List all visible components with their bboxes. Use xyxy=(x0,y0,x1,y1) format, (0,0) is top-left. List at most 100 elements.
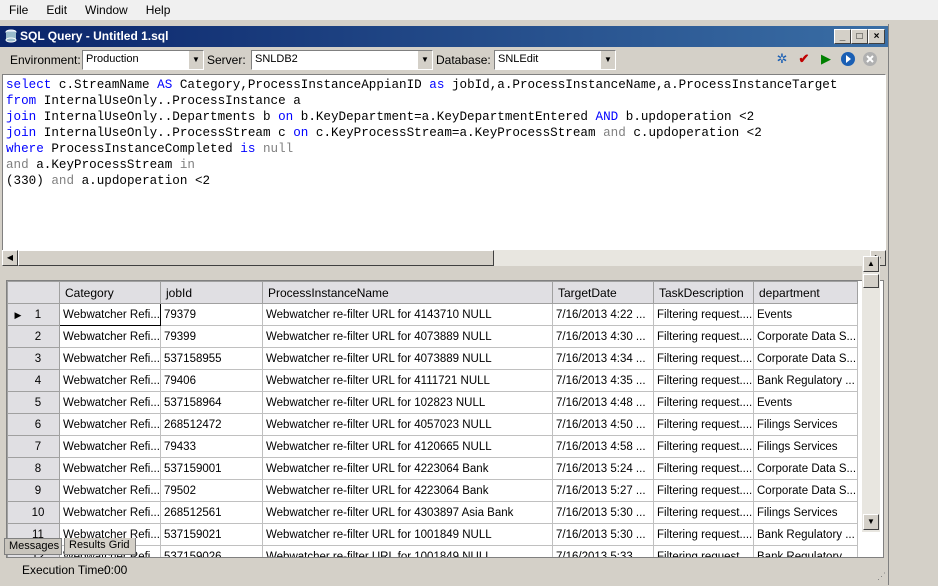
table-row[interactable]: 6 Webwatcher Refi... 268512472 Webwatcher r… xyxy=(7,413,858,436)
grid-cell[interactable]: Webwatcher Refi... xyxy=(59,413,161,436)
scroll-left-icon[interactable]: ◀ xyxy=(2,250,18,266)
table-row[interactable]: 4 Webwatcher Refi... 79406 Webwatcher re-fi… xyxy=(7,369,858,392)
grid-cell[interactable]: Filtering request.... xyxy=(653,545,754,557)
grid-cell[interactable]: Filtering request.... xyxy=(653,347,754,370)
scroll-thumb[interactable] xyxy=(863,274,879,288)
grid-cell[interactable]: Webwatcher re-filter URL for 1001849 NUL… xyxy=(262,545,553,557)
grid-cell[interactable]: 268512561 xyxy=(160,501,263,524)
refresh-icon[interactable]: ✲ xyxy=(774,51,790,67)
grid-cell[interactable]: 7/16/2013 5:24 ... xyxy=(552,457,654,480)
grid-cell[interactable]: Webwatcher re-filter URL for 4057023 NUL… xyxy=(262,413,553,436)
results-grid[interactable]: Category jobId ProcessInstanceName Targe… xyxy=(6,280,884,558)
editor-horizontal-scrollbar[interactable]: ◀ ▶ xyxy=(2,250,886,266)
grid-cell[interactable]: 537158955 xyxy=(160,347,263,370)
column-header[interactable]: ProcessInstanceName xyxy=(262,281,553,304)
table-row[interactable]: 10 Webwatcher Refi... 268512561 Webwatcher … xyxy=(7,501,858,524)
grid-cell[interactable]: Filtering request.... xyxy=(653,303,754,326)
grid-cell[interactable]: Bank Regulatory ... xyxy=(753,523,858,546)
grid-cell[interactable]: Bank Regulatory ... xyxy=(753,369,858,392)
grid-cell[interactable]: Webwatcher Refi... xyxy=(59,501,161,524)
grid-cell[interactable]: Webwatcher re-filter URL for 4223064 Ban… xyxy=(262,457,553,480)
grid-cell[interactable]: Filtering request.... xyxy=(653,479,754,502)
grid-cell[interactable]: Filtering request.... xyxy=(653,325,754,348)
chevron-down-icon[interactable]: ▼ xyxy=(417,51,432,69)
grid-cell[interactable]: 537159021 xyxy=(160,523,263,546)
table-row[interactable]: 5 Webwatcher Refi... 537158964 Webwatcher r… xyxy=(7,391,858,414)
grid-cell[interactable]: Webwatcher Refi... xyxy=(59,347,161,370)
grid-cell[interactable]: Filings Services xyxy=(753,501,858,524)
row-header[interactable]: 9 xyxy=(7,479,60,502)
row-header[interactable]: 8 xyxy=(7,457,60,480)
window-titlebar[interactable]: SQL Query - Untitled 1.sql _ □ × xyxy=(0,26,888,47)
server-select[interactable]: SNLDB2 ▼ xyxy=(251,50,433,70)
grid-cell[interactable]: 537159001 xyxy=(160,457,263,480)
grid-cell[interactable]: 7/16/2013 4:30 ... xyxy=(552,325,654,348)
row-header[interactable]: 6 xyxy=(7,413,60,436)
step-execute-icon[interactable] xyxy=(840,51,856,67)
grid-cell[interactable]: Webwatcher Refi... xyxy=(59,457,161,480)
grid-cell[interactable]: 537158964 xyxy=(160,391,263,414)
grid-cell[interactable]: 79433 xyxy=(160,435,263,458)
scroll-thumb[interactable] xyxy=(18,250,494,266)
grid-cell[interactable]: 7/16/2013 5:27 ... xyxy=(552,479,654,502)
grid-cell[interactable]: Webwatcher re-filter URL for 4120665 NUL… xyxy=(262,435,553,458)
menu-window[interactable]: Window xyxy=(76,0,137,17)
environment-select[interactable]: Production ▼ xyxy=(82,50,204,70)
grid-cell[interactable]: 7/16/2013 5:33 ... xyxy=(552,545,654,557)
table-row[interactable]: 7 Webwatcher Refi... 79433 Webwatcher re-fi… xyxy=(7,435,858,458)
grid-cell[interactable]: Filtering request.... xyxy=(653,501,754,524)
row-header[interactable]: 2 xyxy=(7,325,60,348)
grid-cell[interactable]: Events xyxy=(753,303,858,326)
grid-cell[interactable]: 7/16/2013 4:48 ... xyxy=(552,391,654,414)
grid-cell[interactable]: Filings Services xyxy=(753,413,858,436)
row-header[interactable]: 4 xyxy=(7,369,60,392)
grid-cell[interactable]: Webwatcher Refi... xyxy=(59,303,161,326)
row-header[interactable]: ▶ 1 xyxy=(7,303,60,326)
grid-cell[interactable]: Bank Regulatory ... xyxy=(753,545,858,557)
grid-cell[interactable]: Events xyxy=(753,391,858,414)
grid-cell[interactable]: Corporate Data S... xyxy=(753,347,858,370)
row-header[interactable]: 5 xyxy=(7,391,60,414)
grid-cell[interactable]: Filtering request.... xyxy=(653,391,754,414)
grid-cell[interactable]: 7/16/2013 4:58 ... xyxy=(552,435,654,458)
grid-cell[interactable]: Webwatcher Refi... xyxy=(59,391,161,414)
chevron-down-icon[interactable]: ▼ xyxy=(600,51,615,69)
grid-cell[interactable]: Webwatcher re-filter URL for 4303897 Asi… xyxy=(262,501,553,524)
grid-cell[interactable]: 268512472 xyxy=(160,413,263,436)
grid-cell[interactable]: 79406 xyxy=(160,369,263,392)
check-icon[interactable]: ✔ xyxy=(796,51,812,67)
stop-icon[interactable] xyxy=(862,51,878,67)
grid-cell[interactable]: Webwatcher Refi... xyxy=(59,325,161,348)
table-row[interactable]: 3 Webwatcher Refi... 537158955 Webwatcher r… xyxy=(7,347,858,370)
grid-cell[interactable]: Webwatcher Refi... xyxy=(59,435,161,458)
grid-cell[interactable]: 7/16/2013 4:22 ... xyxy=(552,303,654,326)
grid-cell[interactable]: Corporate Data S... xyxy=(753,325,858,348)
grid-cell[interactable]: Filtering request.... xyxy=(653,457,754,480)
menu-help[interactable]: Help xyxy=(137,0,180,17)
scroll-up-icon[interactable]: ▲ xyxy=(863,256,879,272)
table-row[interactable]: ▶ 1 Webwatcher Refi... 79379 Webwatcher re-f… xyxy=(7,303,858,326)
maximize-button[interactable]: □ xyxy=(851,29,868,44)
grid-cell[interactable]: Filtering request.... xyxy=(653,369,754,392)
minimize-button[interactable]: _ xyxy=(834,29,851,44)
column-header[interactable]: TaskDescription xyxy=(653,281,754,304)
grid-cell[interactable]: Webwatcher re-filter URL for 4143710 NUL… xyxy=(262,303,553,326)
menu-file[interactable]: File xyxy=(0,0,37,17)
column-header[interactable]: Category xyxy=(59,281,161,304)
grid-cell[interactable]: 7/16/2013 4:50 ... xyxy=(552,413,654,436)
grid-cell[interactable]: 7/16/2013 4:34 ... xyxy=(552,347,654,370)
close-button[interactable]: × xyxy=(868,29,885,44)
grid-cell[interactable]: 7/16/2013 5:30 ... xyxy=(552,501,654,524)
grid-cell[interactable]: 79399 xyxy=(160,325,263,348)
grid-cell[interactable]: 7/16/2013 4:35 ... xyxy=(552,369,654,392)
grid-cell[interactable]: Webwatcher re-filter URL for 4111721 NUL… xyxy=(262,369,553,392)
column-header[interactable]: TargetDate xyxy=(552,281,654,304)
menu-edit[interactable]: Edit xyxy=(37,0,76,17)
grid-cell[interactable]: Webwatcher Refi... xyxy=(59,369,161,392)
grid-cell[interactable]: 79379 xyxy=(160,303,263,326)
column-header[interactable]: jobId xyxy=(160,281,263,304)
tab-results-grid[interactable]: Results Grid xyxy=(64,538,136,555)
tab-messages[interactable]: Messages xyxy=(4,538,62,555)
column-header[interactable]: department xyxy=(753,281,858,304)
grid-cell[interactable]: Webwatcher re-filter URL for 4223064 Ban… xyxy=(262,479,553,502)
